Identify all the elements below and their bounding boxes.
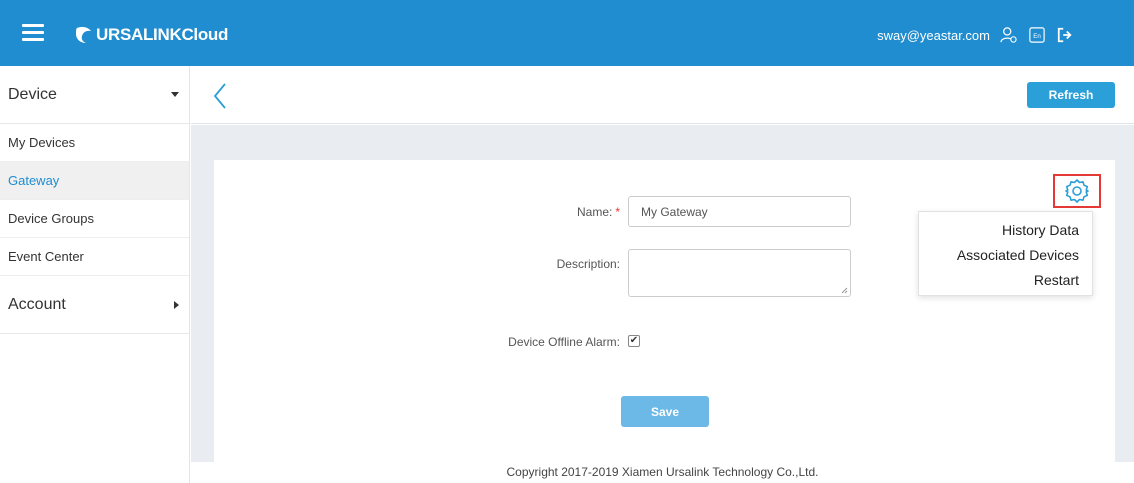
gear-icon [1065,179,1089,203]
menu-item-restart[interactable]: Restart [919,268,1079,293]
ursalink-logo-icon [76,27,91,43]
sidebar-item-my-devices[interactable]: My Devices [0,124,189,162]
caret-down-icon [171,92,179,97]
logo-suffix: Cloud [181,25,229,44]
refresh-button[interactable]: Refresh [1027,82,1115,108]
sidebar-item-label: Gateway [8,173,60,188]
resize-handle-icon[interactable] [841,287,848,294]
user-settings-icon[interactable] [1000,27,1018,43]
offline-alarm-label: Device Offline Alarm: [508,335,620,349]
settings-gear-button[interactable] [1053,174,1101,208]
sidebar-section-device[interactable]: Device [0,66,189,124]
name-label: Name: * [520,205,620,219]
back-arrow-icon[interactable] [213,82,227,110]
page-toolbar: Refresh [191,66,1134,124]
sidebar-section-label: Device [8,85,57,103]
name-label-text: Name: [576,205,613,219]
name-input-value: My Gateway [641,204,708,219]
description-label: Description: [556,257,620,271]
name-input[interactable]: My Gateway [628,196,851,227]
sidebar-item-label: My Devices [8,135,76,150]
sidebar-section-label: Account [8,295,66,313]
svg-text:En: En [1033,33,1041,40]
page-footer: Copyright 2017-2019 Xiamen Ursalink Tech… [191,462,1134,483]
sidebar-item-label: Event Center [8,249,84,264]
sidebar-item-gateway[interactable]: Gateway [0,162,189,200]
sidebar-item-event-center[interactable]: Event Center [0,238,189,276]
user-email: sway@yeastar.com [877,27,990,43]
required-asterisk: * [615,205,620,219]
menu-item-history-data[interactable]: History Data [919,218,1079,243]
sidebar-item-label: Device Groups [8,211,94,226]
language-icon[interactable]: En [1028,27,1046,43]
header-user-area: sway@yeastar.com En [877,27,1074,43]
ursalink-logo: URSALINKCloud [74,24,228,46]
app-header: URSALINKCloud sway@yeastar.com En [0,0,1134,66]
menu-item-associated-devices[interactable]: Associated Devices [919,243,1079,268]
settings-dropdown-menu: History Data Associated Devices Restart [918,211,1093,296]
offline-alarm-checkbox[interactable]: ✔ [628,335,640,347]
description-textarea[interactable] [628,249,851,297]
hamburger-menu-icon[interactable] [22,24,44,42]
sidebar-item-device-groups[interactable]: Device Groups [0,200,189,238]
sidebar: Device My Devices Gateway Device Groups … [0,66,190,483]
logo-brand: URSALINK [96,25,182,44]
caret-right-icon [174,300,179,309]
logo-text: URSALINKCloud [96,25,228,45]
logout-icon[interactable] [1056,27,1074,43]
save-button[interactable]: Save [621,396,709,427]
sidebar-section-account[interactable]: Account [0,276,189,334]
